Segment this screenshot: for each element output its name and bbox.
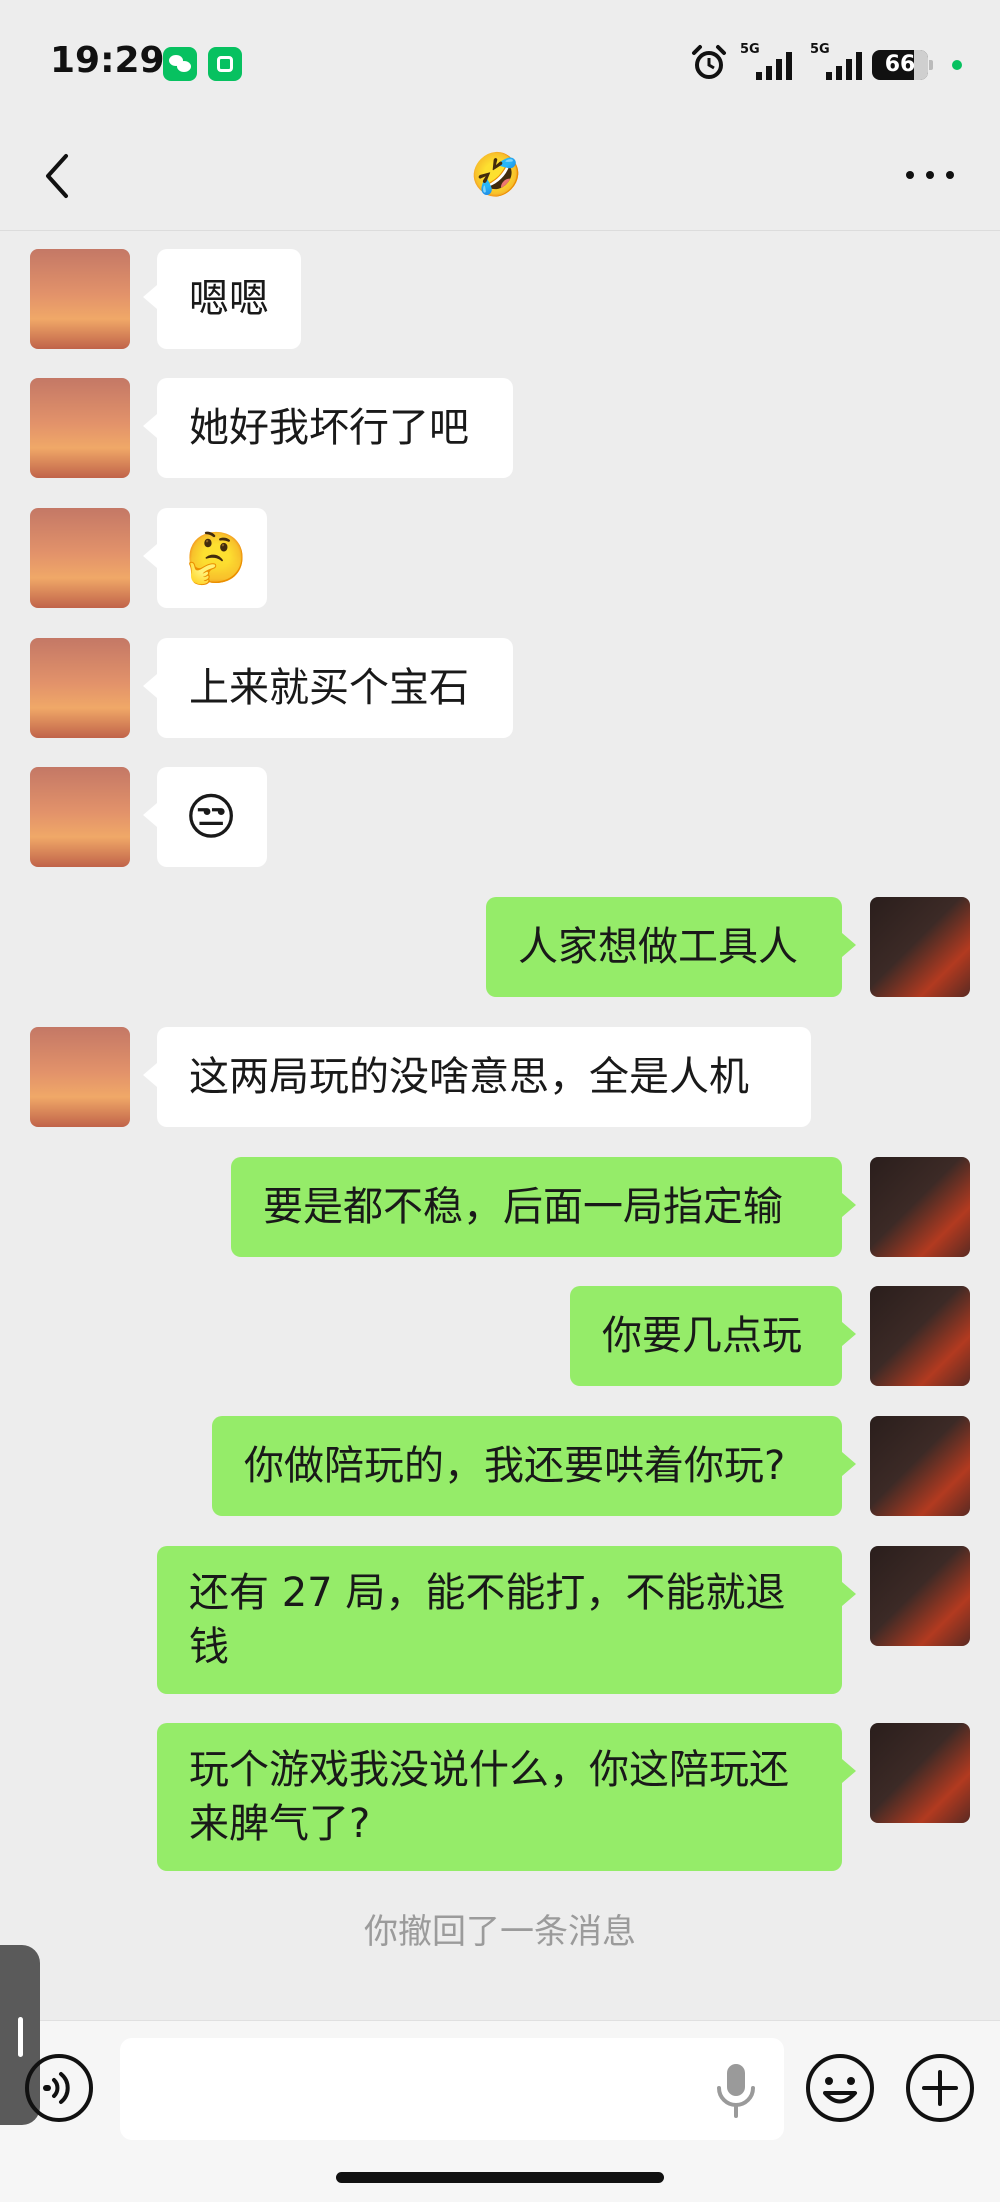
message-text-line: 玩个游戏我没说什么，你这陪玩还	[189, 1747, 789, 1793]
message-emoji: 😒	[185, 788, 238, 846]
self-avatar[interactable]	[870, 1157, 970, 1257]
message-text: 她好我坏行了吧	[189, 405, 469, 451]
message-text: 嗯嗯	[189, 276, 269, 322]
emoji-icon[interactable]	[804, 2052, 876, 2124]
plus-icon[interactable]	[904, 2052, 976, 2124]
message-text: 你做陪玩的，我还要哄着你玩?	[244, 1443, 786, 1489]
battery-level: 66	[884, 52, 916, 77]
status-time: 19:29	[50, 40, 165, 81]
message-text: 要是都不稳，后面一局指定输	[263, 1184, 783, 1230]
voice-icon[interactable]	[24, 2053, 94, 2123]
chevron-left-icon[interactable]	[38, 148, 78, 204]
message-bubble[interactable]: 😒	[143, 767, 267, 867]
chat-header: 🤣	[0, 120, 1000, 231]
contact-avatar[interactable]	[30, 249, 130, 349]
message-bubble[interactable]: 你做陪玩的，我还要哄着你玩?	[212, 1416, 856, 1516]
self-avatar[interactable]	[870, 1286, 970, 1386]
self-avatar[interactable]	[870, 1723, 970, 1823]
contact-avatar[interactable]	[30, 508, 130, 608]
message-input[interactable]	[120, 2038, 784, 2140]
privacy-indicator-dot	[952, 60, 962, 70]
message-text: 你要几点玩	[602, 1313, 802, 1359]
message-bubble[interactable]: 要是都不稳，后面一局指定输	[231, 1157, 856, 1257]
message-text: 这两局玩的没啥意思，全是人机	[189, 1054, 749, 1100]
message-text-line: 钱	[189, 1624, 229, 1670]
contact-avatar[interactable]	[30, 1027, 130, 1127]
self-avatar[interactable]	[870, 897, 970, 997]
message-bubble[interactable]: 人家想做工具人	[486, 897, 856, 997]
self-avatar[interactable]	[870, 1546, 970, 1646]
signal-icon: 5G	[740, 42, 792, 82]
mini-program-notification-icon	[208, 47, 242, 81]
message-bubble[interactable]: 上来就买个宝石	[143, 638, 513, 738]
message-text: 上来就买个宝石	[189, 665, 469, 711]
message-emoji: 🤔	[185, 529, 248, 587]
wechat-notification-icon	[163, 47, 197, 81]
message-bubble[interactable]: 玩个游戏我没说什么，你这陪玩还 来脾气了?	[157, 1723, 856, 1871]
mic-icon[interactable]	[712, 2060, 760, 2120]
message-text-line: 来脾气了?	[189, 1801, 371, 1847]
contact-avatar[interactable]	[30, 767, 130, 867]
message-text-line: 还有 27 局，能不能打，不能就退	[189, 1570, 786, 1616]
message-bubble[interactable]: 嗯嗯	[143, 249, 301, 349]
recall-notice: 你撤回了一条消息	[364, 1912, 636, 1952]
message-bubble[interactable]: 🤔	[143, 508, 267, 608]
message-bubble[interactable]: 还有 27 局，能不能打，不能就退 钱	[157, 1546, 856, 1694]
chat-title: 🤣	[470, 150, 523, 199]
message-text: 人家想做工具人	[518, 924, 798, 970]
home-indicator[interactable]	[336, 2172, 664, 2183]
contact-avatar[interactable]	[30, 638, 130, 738]
alarm-icon	[692, 45, 726, 79]
more-icon[interactable]	[900, 160, 960, 190]
contact-avatar[interactable]	[30, 378, 130, 478]
message-bubble[interactable]: 她好我坏行了吧	[143, 378, 513, 478]
signal-icon: 5G	[810, 42, 862, 82]
status-bar: 19:29 5G 5G 66	[0, 0, 1000, 120]
self-avatar[interactable]	[870, 1416, 970, 1516]
battery-icon: 66	[872, 50, 933, 80]
message-bubble[interactable]: 这两局玩的没啥意思，全是人机	[143, 1027, 811, 1127]
message-bubble[interactable]: 你要几点玩	[570, 1286, 856, 1386]
